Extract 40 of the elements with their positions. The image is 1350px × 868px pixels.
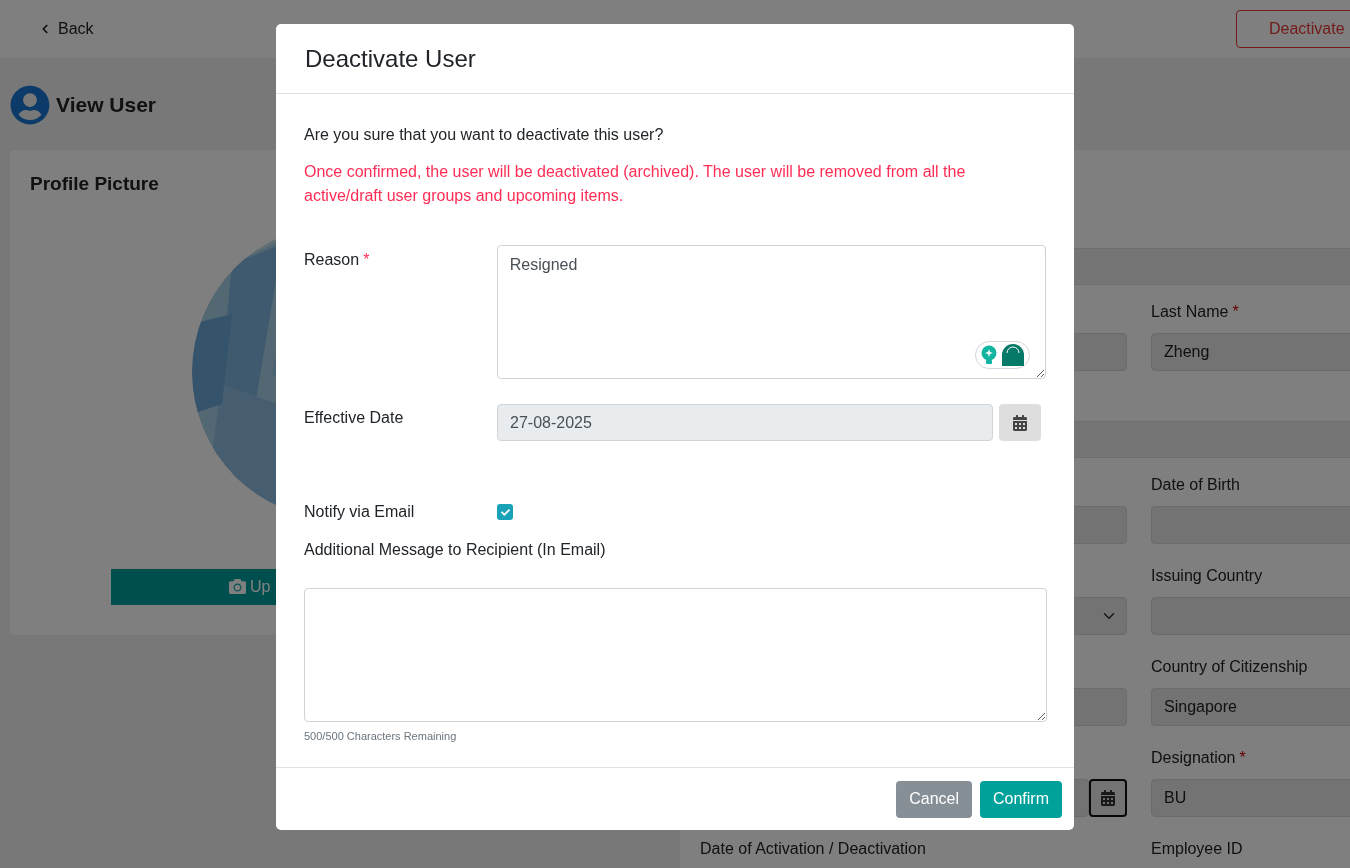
confirmation-question: Are you sure that you want to deactivate this user? <box>304 125 665 145</box>
cancel-button[interactable]: Cancel <box>896 780 972 818</box>
chat-bubble-icon <box>1000 343 1025 367</box>
input-field[interactable]: BU <box>1151 779 1350 817</box>
character-counter: 500/500 Characters Remaining <box>304 729 458 744</box>
check-icon <box>500 507 510 517</box>
required-mark: * <box>1239 748 1246 768</box>
field-label: Employee ID <box>1151 839 1243 859</box>
calendar-button[interactable] <box>1089 779 1127 817</box>
assistant-button[interactable] <box>975 341 1030 369</box>
dialog-title: Deactivate User <box>305 43 476 74</box>
card-title: Profile Picture <box>30 172 159 196</box>
field-label: Notify via Email <box>304 502 415 522</box>
page-title: View User <box>56 92 156 119</box>
field-label: Last Name <box>1151 302 1229 322</box>
message-field[interactable] <box>304 588 1047 722</box>
calendar-icon <box>1012 414 1028 431</box>
required-mark: * <box>363 250 370 270</box>
field-label: Issuing Country <box>1151 566 1263 586</box>
warning-message: Once confirmed, the user will be deactivated (archived). The user will be removed from all the active/draft user groups and upcoming items. <box>304 162 967 206</box>
reason-field[interactable]: Resigned <box>496 245 1046 379</box>
calendar-icon <box>1100 790 1116 806</box>
checkbox[interactable] <box>497 504 513 520</box>
field-label: Effective Date <box>304 408 404 428</box>
field-label: Country of Citizenship <box>1151 657 1308 677</box>
field-label: Additional Message to Recipient (In Email) <box>304 540 606 560</box>
field-label: Date of Birth <box>1151 475 1240 495</box>
required-mark: * <box>1232 302 1239 322</box>
back-link[interactable]: Back <box>38 17 94 41</box>
input-field[interactable]: Zheng <box>1151 333 1350 371</box>
confirm-button[interactable]: Confirm <box>980 780 1062 818</box>
deactivate-button[interactable]: Deactivate <box>1236 10 1350 48</box>
field-label: Date of Activation / Deactivation <box>700 839 926 859</box>
field-label: Designation <box>1151 748 1236 768</box>
input-field[interactable]: Singapore <box>1151 688 1350 726</box>
lightbulb-icon <box>980 345 997 365</box>
calendar-button[interactable] <box>999 404 1041 441</box>
field-label: Reason <box>304 250 360 270</box>
camera-icon <box>229 578 246 595</box>
user-avatar-icon <box>10 85 50 125</box>
